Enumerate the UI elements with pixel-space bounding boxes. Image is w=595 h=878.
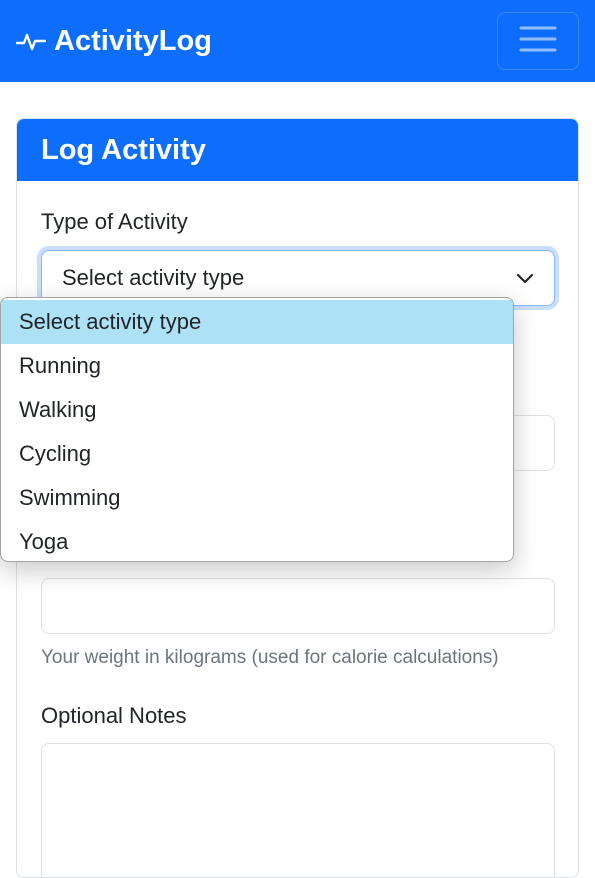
activity-type-label: Type of Activity: [41, 209, 188, 234]
dropdown-option-select-activity-type[interactable]: Select activity type: [1, 300, 513, 344]
notes-label: Optional Notes: [41, 703, 187, 728]
dropdown-option-yoga[interactable]: Yoga: [1, 520, 513, 561]
activity-type-dropdown: Select activity type Running Walking Cyc…: [0, 297, 514, 562]
dropdown-option-swimming[interactable]: Swimming: [1, 476, 513, 520]
chevron-down-icon: [516, 265, 534, 291]
notes-textarea[interactable]: [41, 743, 555, 877]
dropdown-option-walking[interactable]: Walking: [1, 388, 513, 432]
navbar-toggler-button[interactable]: [497, 12, 579, 70]
navbar: ActivityLog: [0, 0, 595, 82]
activity-type-selected-value: Select activity type: [62, 265, 245, 290]
weight-input[interactable]: [41, 578, 555, 634]
card-title: Log Activity: [17, 119, 578, 181]
activity-pulse-icon: [16, 29, 46, 53]
dropdown-option-cycling[interactable]: Cycling: [1, 432, 513, 476]
dropdown-option-running[interactable]: Running: [1, 344, 513, 388]
brand[interactable]: ActivityLog: [16, 25, 212, 58]
brand-name: ActivityLog: [54, 24, 212, 57]
weight-help-text: Your weight in kilograms (used for calor…: [41, 647, 499, 668]
hamburger-menu-icon: [519, 24, 557, 59]
